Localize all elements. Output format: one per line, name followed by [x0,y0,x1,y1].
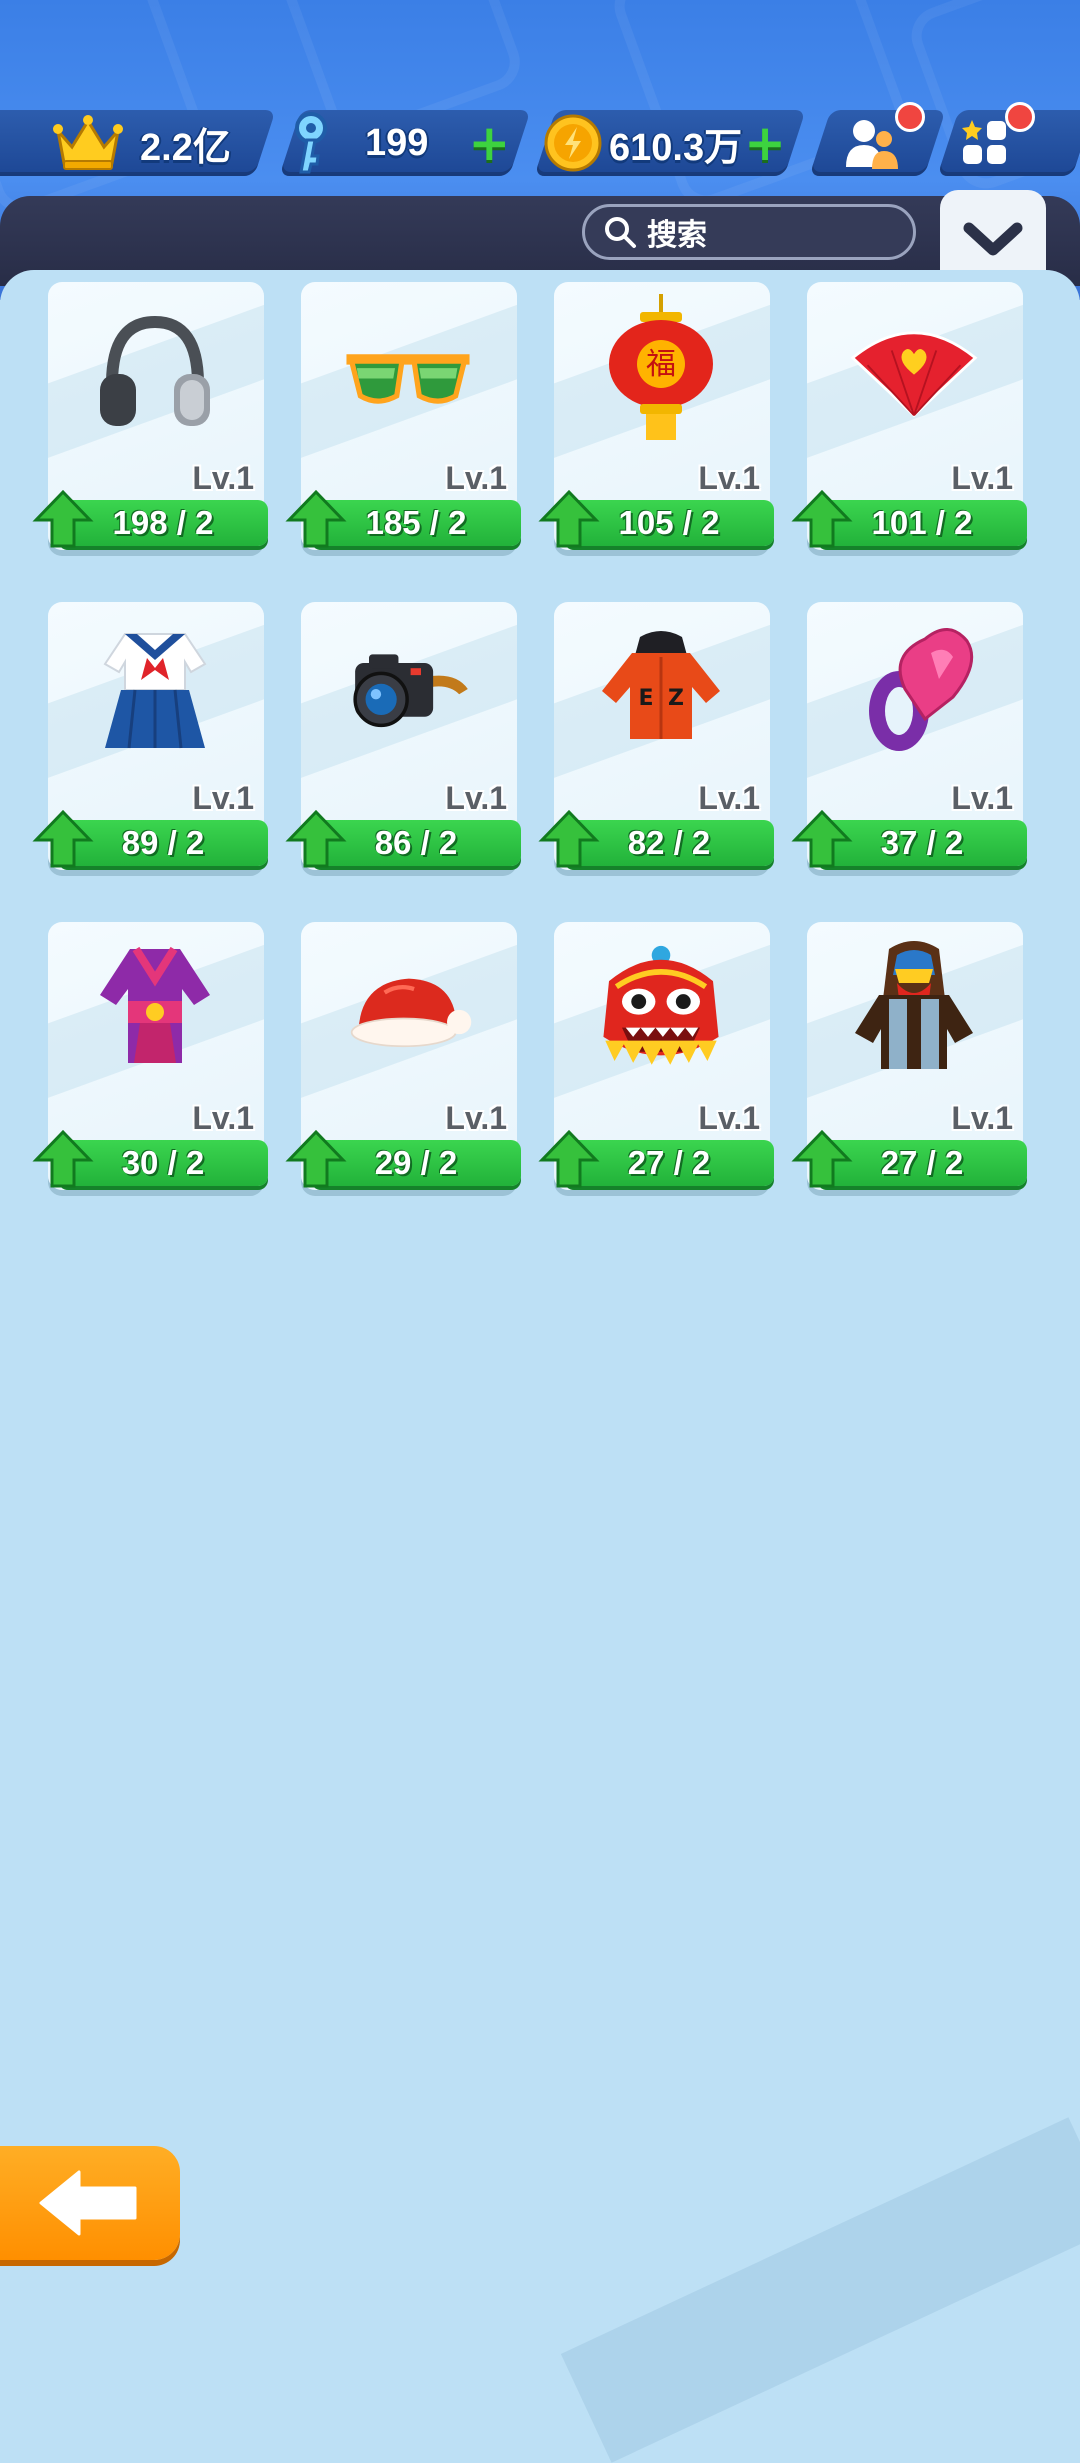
sunglasses-icon [343,304,473,434]
coin-value: 610.3万 [609,126,743,169]
item-card-headphones[interactable]: Lv.1 198 / 2 [32,282,268,556]
chevron-down-icon [963,222,1023,256]
headphones-icon [90,304,220,434]
item-level: Lv.1 [698,460,760,496]
apps-grid-icon [962,120,1006,164]
upgrade-arrow-icon [538,809,600,868]
items-panel [0,270,1080,2463]
friends-notification-dot [895,102,925,132]
upgrade-arrow-icon [32,809,94,868]
item-level: Lv.1 [698,780,760,816]
item-level: Lv.1 [951,780,1013,816]
hooded-vest-icon [849,941,979,1074]
add-coins-button[interactable]: + [744,118,786,168]
friends-button[interactable] [842,110,902,176]
add-keys-button[interactable]: + [468,118,510,168]
item-level: Lv.1 [445,1100,507,1136]
item-card-sunglasses[interactable]: Lv.1 185 / 2 [285,282,521,556]
item-card-santa-hat[interactable]: Lv.1 29 / 2 [285,922,521,1196]
camera-icon [343,624,473,754]
upgrade-arrow-icon [32,489,94,548]
back-button[interactable] [0,2146,180,2260]
svg-text:Z: Z [668,686,684,711]
item-card-lantern[interactable]: 福 Lv.1 105 / 2 [538,282,774,556]
upgrade-arrow-icon [285,809,347,868]
upgrade-arrow-icon [538,489,600,548]
svg-text:E: E [638,686,653,711]
key-counter: 199 + [285,110,510,176]
crown-counter: 2.2亿 [52,110,231,176]
heart-ring-icon [849,624,979,754]
item-level: Lv.1 [698,1100,760,1136]
item-card-camera[interactable]: Lv.1 86 / 2 [285,602,521,876]
item-card-hooded-vest[interactable]: Lv.1 27 / 2 [791,922,1027,1196]
back-arrow-icon [39,2170,137,2236]
upgrade-arrow-icon [538,1129,600,1188]
upgrade-arrow-icon [32,1129,94,1188]
upgrade-arrow-icon [285,1129,347,1188]
item-card-kimono[interactable]: Lv.1 30 / 2 [32,922,268,1196]
sailor-uniform-icon [90,624,220,754]
friends-icon [846,120,898,169]
item-level: Lv.1 [192,780,254,816]
lion-dance-head-icon [596,944,726,1074]
item-level: Lv.1 [951,1100,1013,1136]
crown-value: 2.2亿 [140,126,231,169]
upgrade-arrow-icon [791,1129,853,1188]
item-level: Lv.1 [951,460,1013,496]
item-card-heart-fan[interactable]: Lv.1 101 / 2 [791,282,1027,556]
apps-notification-dot [1005,102,1035,132]
item-level: Lv.1 [445,780,507,816]
item-card-sailor-uniform[interactable]: Lv.1 89 / 2 [32,602,268,876]
search-label: 搜索 [647,218,707,253]
apps-menu-button[interactable] [960,110,1010,176]
item-card-lion-dance[interactable]: Lv.1 27 / 2 [538,922,774,1196]
item-card-heart-ring[interactable]: Lv.1 37 / 2 [791,602,1027,876]
lantern-icon: 福 [596,294,726,440]
key-value: 199 [365,121,429,164]
svg-text:福: 福 [646,347,676,382]
search-button[interactable]: 搜索 [582,204,916,260]
item-level: Lv.1 [445,460,507,496]
key-icon [295,112,327,174]
item-level: Lv.1 [192,460,254,496]
heart-fan-icon [849,304,979,434]
decorative-stripe [560,2117,1080,2463]
item-card-red-hoodie[interactable]: E Z Lv.1 82 / 2 [538,602,774,876]
upgrade-arrow-icon [285,489,347,548]
red-hoodie-icon: E Z [596,624,726,754]
coin-counter: 610.3万 + [543,110,786,176]
santa-hat-icon [343,944,473,1074]
coin-icon [544,114,602,172]
item-level: Lv.1 [192,1100,254,1136]
upgrade-arrow-icon [791,809,853,868]
kimono-icon [90,944,220,1074]
magnifier-icon [605,217,636,248]
upgrade-arrow-icon [791,489,853,548]
resource-bar: 2.2亿 199 + 610.3万 + [0,102,1080,180]
crown-icon [53,115,123,170]
